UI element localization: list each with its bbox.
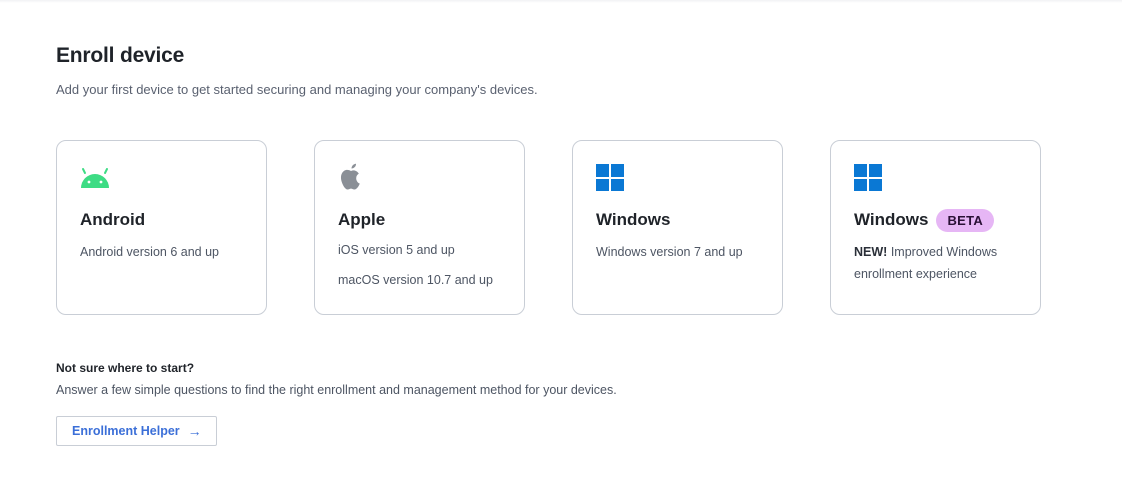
apple-card[interactable]: Apple iOS version 5 and up macOS version… bbox=[314, 140, 525, 315]
android-card[interactable]: Android Android version 6 and up bbox=[56, 140, 267, 315]
ios-version: iOS version 5 and up bbox=[338, 243, 455, 257]
enrollment-helper-button[interactable]: Enrollment Helper → bbox=[56, 416, 217, 446]
device-cards: Android Android version 6 and up Apple i… bbox=[56, 140, 1041, 315]
apple-card-title: Apple bbox=[338, 210, 386, 229]
new-label: NEW! bbox=[854, 245, 888, 259]
beta-badge: BETA bbox=[936, 208, 995, 232]
android-card-title: Android bbox=[80, 210, 146, 229]
top-divider bbox=[0, 0, 1122, 3]
windows-icon bbox=[596, 163, 782, 191]
helper-text: Answer a few simple questions to find th… bbox=[56, 383, 617, 397]
page-header: Enroll device Add your first device to g… bbox=[56, 44, 538, 97]
page-subtitle: Add your first device to get started sec… bbox=[56, 82, 538, 97]
windows-beta-card-title: Windows BETA bbox=[854, 208, 1040, 232]
android-version: Android version 6 and up bbox=[80, 245, 219, 259]
windows-beta-name: Windows bbox=[854, 210, 929, 229]
windows-card-title: Windows bbox=[596, 210, 671, 229]
windows-beta-card[interactable]: Windows BETA NEW! Improved Windows enrol… bbox=[830, 140, 1041, 315]
windows-beta-description: NEW! Improved Windows enrollment experie… bbox=[854, 241, 1024, 285]
apple-icon bbox=[338, 163, 524, 191]
arrow-right-icon: → bbox=[187, 423, 202, 439]
macos-version: macOS version 10.7 and up bbox=[338, 273, 493, 287]
enrollment-helper-label: Enrollment Helper bbox=[72, 424, 180, 438]
windows-icon bbox=[854, 163, 1040, 191]
enrollment-helper-section: Not sure where to start? Answer a few si… bbox=[56, 361, 617, 446]
enroll-device-page: Enroll device Add your first device to g… bbox=[0, 0, 1122, 479]
apple-card-description: iOS version 5 and up macOS version 10.7 … bbox=[338, 235, 524, 295]
android-card-description: Android version 6 and up bbox=[80, 239, 266, 265]
windows-card-description: Windows version 7 and up bbox=[596, 239, 782, 265]
windows-card[interactable]: Windows Windows version 7 and up bbox=[572, 140, 783, 315]
windows-version: Windows version 7 and up bbox=[596, 245, 743, 259]
helper-title: Not sure where to start? bbox=[56, 361, 195, 375]
android-icon bbox=[80, 163, 266, 191]
page-title: Enroll device bbox=[56, 44, 185, 67]
